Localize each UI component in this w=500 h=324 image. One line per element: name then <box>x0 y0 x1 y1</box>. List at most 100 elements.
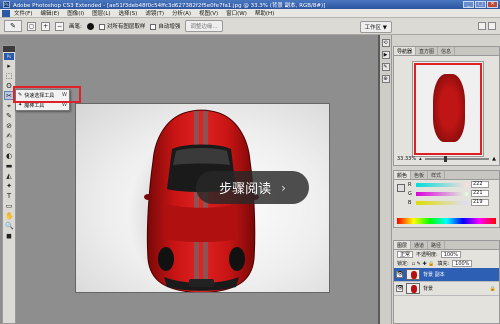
menu-layer[interactable]: 图层(L) <box>92 9 110 17</box>
zoom-slider[interactable] <box>424 156 490 162</box>
lock-icon: 🔒 <box>489 285 496 292</box>
g-value[interactable]: 221 <box>471 190 489 197</box>
actions-icon[interactable]: ▶ <box>381 51 390 59</box>
tab-navigator[interactable]: 导航器 <box>394 47 417 55</box>
tab-layers[interactable]: 图层 <box>394 241 412 249</box>
menu-file[interactable]: 文件(F) <box>14 9 32 17</box>
menu-filter[interactable]: 滤镜(T) <box>145 9 164 17</box>
type-tool-icon[interactable]: T <box>4 191 14 200</box>
red-highlight-annotation <box>13 86 81 103</box>
tab-styles[interactable]: 样式 <box>428 171 446 179</box>
palette-well-icon[interactable] <box>478 22 486 30</box>
color-channel-r: R 222 <box>394 180 499 189</box>
b-slider[interactable] <box>416 200 468 205</box>
menu-view[interactable]: 视图(V) <box>199 9 218 17</box>
marquee-tool-icon[interactable]: ⬚ <box>4 71 14 80</box>
clone-source-icon[interactable]: ⊕ <box>381 75 390 83</box>
window-title: Adobe Photoshop CS3 Extended - [ae51f3de… <box>13 2 326 9</box>
tab-color[interactable]: 颜色 <box>394 171 412 179</box>
r-value[interactable]: 222 <box>471 181 489 188</box>
collapsed-panel-strip: ⟲ ▶ ✎ ⊕ <box>380 35 392 324</box>
window-controls: _ □ ✕ <box>463 1 498 8</box>
tab-channels[interactable]: 通道 <box>411 241 429 249</box>
sample-all-label: 对所有图层取样 <box>106 24 146 30</box>
hand-tool-icon[interactable]: ✋ <box>4 211 14 220</box>
fill-label: 填充: <box>437 261 450 267</box>
sample-all-layers-option[interactable]: 对所有图层取样 <box>98 22 146 30</box>
healing-brush-tool-icon[interactable]: ✎ <box>4 111 14 120</box>
panel-toggle-icon[interactable] <box>488 22 496 30</box>
zoom-out-icon[interactable]: ▴ <box>419 156 422 162</box>
tool-preset-picker[interactable]: ✎ <box>4 20 22 32</box>
channel-label: B <box>408 199 412 206</box>
g-slider[interactable] <box>416 191 468 196</box>
brushes-icon[interactable]: ✎ <box>381 63 390 71</box>
color-channel-g: G 221 <box>394 189 499 198</box>
history-brush-tool-icon[interactable]: ⊙ <box>4 141 14 150</box>
sample-all-checkbox[interactable] <box>98 23 105 30</box>
zoom-in-icon[interactable]: ▲ <box>492 156 496 162</box>
refine-edge-button[interactable]: 调整边缘... <box>185 20 223 32</box>
layer-row-background[interactable]: 👁 背景 🔒 <box>394 282 499 296</box>
ps-menu-icon[interactable] <box>2 10 10 17</box>
title-bar: Ps Adobe Photoshop CS3 Extended - [ae51f… <box>0 0 500 9</box>
maximize-button[interactable]: □ <box>475 1 486 8</box>
blend-mode-select[interactable]: 正常 <box>397 251 414 258</box>
tab-info[interactable]: 信息 <box>438 47 456 55</box>
layer-row-background-copy[interactable]: 👁 背景 副本 <box>394 268 499 282</box>
lock-icons[interactable]: ▫ ✎ ✚ 🔒 <box>412 261 435 267</box>
navigator-thumbnail[interactable] <box>412 61 484 157</box>
fill-input[interactable]: 100% <box>452 260 473 267</box>
foreground-color-swatch[interactable] <box>397 184 405 192</box>
menu-select[interactable]: 选择(S) <box>119 9 138 17</box>
opacity-input[interactable]: 100% <box>440 251 461 258</box>
layer-name: 背景 副本 <box>423 272 445 278</box>
ps-toolbox-icon[interactable]: Ps <box>4 53 14 60</box>
add-to-selection-icon[interactable]: + <box>41 21 50 31</box>
eye-icon[interactable]: 👁 <box>396 271 403 278</box>
navigator-view-box[interactable] <box>414 63 482 155</box>
opacity-label: 不透明度: <box>416 252 438 258</box>
menu-analysis[interactable]: 分析(A) <box>172 9 191 17</box>
zoom-tool-icon[interactable]: 🔍 <box>4 221 14 230</box>
auto-enhance-checkbox[interactable] <box>150 23 157 30</box>
shape-tool-icon[interactable]: ▭ <box>4 201 14 210</box>
brush-picker[interactable] <box>86 22 94 30</box>
minimize-button[interactable]: _ <box>463 1 474 8</box>
color-channel-b: B 219 <box>394 198 499 207</box>
subtract-selection-icon[interactable]: − <box>55 21 64 31</box>
tab-swatches[interactable]: 色板 <box>411 171 429 179</box>
dodge-tool-icon[interactable]: ◭ <box>4 171 14 180</box>
color-swatches-icon[interactable]: ◼ <box>4 231 14 240</box>
history-icon[interactable]: ⟲ <box>381 39 390 47</box>
workspace-button[interactable]: 工作区 ▼ <box>359 21 392 33</box>
layer-lock-row: 锁定: ▫ ✎ ✚ 🔒 填充: 100% <box>394 259 499 268</box>
color-panel: 颜色 色板 样式 R 222 G 221 B 219 <box>393 170 500 228</box>
zoom-value[interactable]: 33.33% <box>397 156 416 162</box>
move-tool-icon[interactable]: ▸ <box>4 61 14 70</box>
menu-window[interactable]: 窗口(W) <box>226 9 247 17</box>
lock-label: 锁定: <box>397 261 409 267</box>
eye-icon[interactable]: 👁 <box>396 285 403 292</box>
eraser-tool-icon[interactable]: ◐ <box>4 151 14 160</box>
tab-histogram[interactable]: 直方图 <box>416 47 439 55</box>
menu-image[interactable]: 图像(I) <box>67 9 84 17</box>
auto-enhance-option[interactable]: 自动增强 <box>150 22 180 30</box>
gradient-tool-icon[interactable]: ▬ <box>4 161 14 170</box>
tab-paths[interactable]: 路径 <box>428 241 446 249</box>
new-selection-icon[interactable]: ◻ <box>27 21 36 31</box>
layer-name: 背景 <box>423 286 434 292</box>
clone-stamp-tool-icon[interactable]: ✍ <box>4 131 14 140</box>
brush-tool-icon[interactable]: ⊘ <box>4 121 14 130</box>
channel-label: G <box>408 190 412 197</box>
color-spectrum-bar[interactable] <box>397 218 496 224</box>
layers-panel: 图层 通道 路径 正常 不透明度: 100% 锁定: ▫ ✎ ✚ 🔒 填充: 1… <box>393 240 500 324</box>
menu-edit[interactable]: 编辑(E) <box>40 9 59 17</box>
close-button[interactable]: ✕ <box>487 1 498 8</box>
toolbox-header[interactable] <box>3 46 15 52</box>
b-value[interactable]: 219 <box>471 199 489 206</box>
pen-tool-icon[interactable]: ✦ <box>4 181 14 190</box>
menu-help[interactable]: 帮助(H) <box>255 9 274 17</box>
step-reading-button[interactable]: 步骤阅读 › <box>196 171 309 204</box>
r-slider[interactable] <box>416 182 468 187</box>
